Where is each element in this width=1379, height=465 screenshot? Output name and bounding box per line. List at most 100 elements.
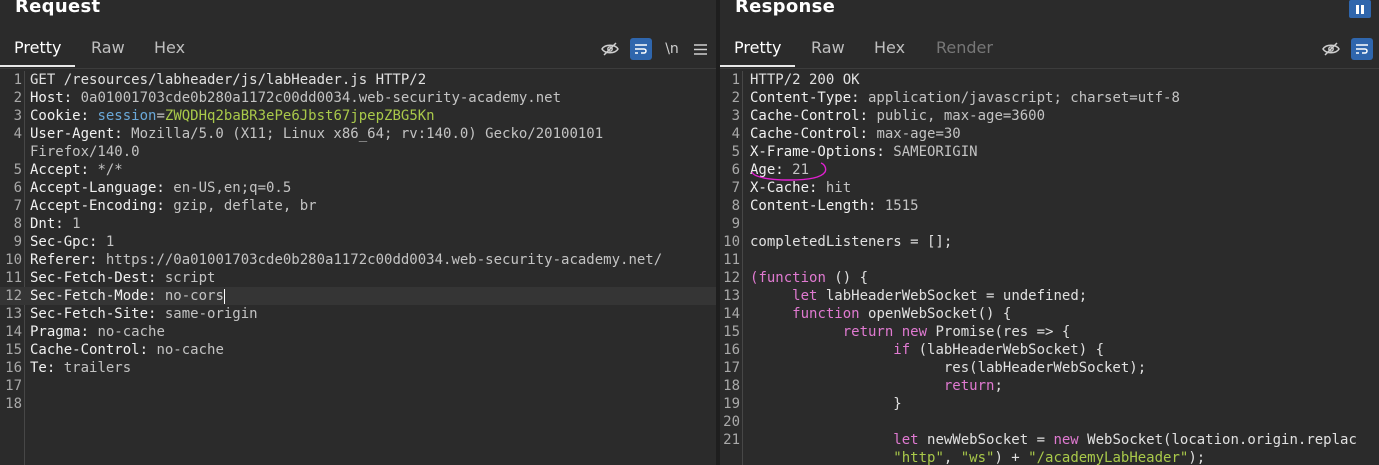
code-token: gzip, deflate, br [164, 198, 317, 214]
code-line[interactable]: 6 Age: 21 [720, 161, 1379, 179]
code-line[interactable]: 12 Sec-Fetch-Mode: no-cors [0, 287, 716, 305]
line-text: Referer: https://0a01001703cde0b280a1172… [30, 251, 662, 269]
line-text: completedListeners = []; [750, 233, 952, 251]
code-line[interactable]: 10 completedListeners = []; [720, 233, 1379, 251]
code-line[interactable]: 4 User-Agent: Mozilla/5.0 (X11; Linux x86… [0, 125, 716, 143]
code-token: max-age=30 [868, 126, 961, 142]
code-token: */* [89, 162, 123, 178]
code-token: Content-Type: [750, 90, 860, 106]
code-line[interactable]: 11 [720, 251, 1379, 269]
code-token: new [1053, 432, 1079, 448]
code-line[interactable]: 16 if (labHeaderWebSocket) { [720, 341, 1379, 359]
code-token: function [792, 306, 860, 322]
code-token: Dnt: [30, 216, 64, 232]
code-line[interactable]: 18 return; [720, 377, 1379, 395]
hide-nonprintable-eye-icon[interactable] [599, 38, 621, 60]
code-line[interactable]: Firefox/140.0 [0, 143, 716, 161]
code-line[interactable]: 17 [0, 377, 716, 395]
line-text: Sec-Fetch-Mode: no-cors [30, 287, 225, 305]
code-token: Promise(res => { [927, 324, 1071, 340]
code-line[interactable]: 11 Sec-Fetch-Dest: script [0, 269, 716, 287]
line-text: return new Promise(res => { [750, 323, 1071, 341]
code-token: https://0a01001703cde0b280a1172c00dd0034… [97, 252, 663, 268]
code-line[interactable]: 14 Pragma: no-cache [0, 323, 716, 341]
line-text: Pragma: no-cache [30, 323, 165, 341]
show-newlines-button[interactable]: \n [661, 38, 683, 60]
code-line[interactable]: 9 Sec-Gpc: 1 [0, 233, 716, 251]
code-line[interactable]: 3 Cache-Control: public, max-age=3600 [720, 107, 1379, 125]
request-tab-pretty[interactable]: Pretty [0, 38, 76, 67]
code-line[interactable]: 12 (function () { [720, 269, 1379, 287]
response-tab-hex[interactable]: Hex [860, 38, 919, 65]
code-token: Cache-Control: [750, 126, 869, 142]
code-line[interactable]: 5 X-Frame-Options: SAMEORIGIN [720, 143, 1379, 161]
line-number: 1 [13, 72, 22, 88]
line-number: 20 [723, 414, 740, 430]
request-title: Request [15, 0, 101, 17]
code-token: return [943, 378, 995, 394]
code-line[interactable]: 1 HTTP/2 200 OK [720, 71, 1379, 89]
code-line[interactable]: 8 Content-Length: 1515 [720, 197, 1379, 215]
line-text: "http", "ws") + "/academyLabHeader"); [750, 449, 1205, 465]
line-number: 4 [13, 126, 22, 142]
line-text: Cookie: session=ZWQDHq2baBR3ePe6Jbst67jp… [30, 107, 435, 125]
request-tab-raw[interactable]: Raw [77, 38, 139, 65]
code-line[interactable]: 6 Accept-Language: en-US,en;q=0.5 [0, 179, 716, 197]
code-line[interactable]: 15 return new Promise(res => { [720, 323, 1379, 341]
code-token: labHeaderWebSocket = undefined; [817, 288, 1088, 304]
code-line[interactable]: 3 Cookie: session=ZWQDHq2baBR3ePe6Jbst67j… [0, 107, 716, 125]
line-number: 18 [5, 396, 22, 412]
code-token: "ws" [960, 450, 995, 465]
code-line[interactable]: 14 function openWebSocket() { [720, 305, 1379, 323]
code-line[interactable]: 9 [720, 215, 1379, 233]
code-line[interactable]: 13 Sec-Fetch-Site: same-origin [0, 305, 716, 323]
response-tab-raw[interactable]: Raw [797, 38, 859, 65]
code-line[interactable]: "http", "ws") + "/academyLabHeader"); [720, 449, 1379, 465]
code-line[interactable]: 10 Referer: https://0a01001703cde0b280a11… [0, 251, 716, 269]
code-token: let [792, 288, 818, 304]
code-line[interactable]: 1 GET /resources/labheader/js/labHeader.j… [0, 71, 716, 89]
line-number: 5 [13, 162, 22, 178]
code-line[interactable]: 18 [0, 395, 716, 413]
code-token: Content-Length: [750, 198, 877, 214]
line-number: 4 [731, 126, 740, 142]
request-editor[interactable]: 1 GET /resources/labheader/js/labHeader.j… [0, 71, 716, 465]
code-line[interactable]: 21 let newWebSocket = new WebSocket(loca… [720, 431, 1379, 449]
code-line[interactable]: 7 Accept-Encoding: gzip, deflate, br [0, 197, 716, 215]
hide-nonprintable-eye-icon[interactable] [1320, 38, 1342, 60]
code-line[interactable]: 17 res(labHeaderWebSocket); [720, 359, 1379, 377]
code-line[interactable]: 7 X-Cache: hit [720, 179, 1379, 197]
line-text: Age: 21 [750, 161, 809, 179]
response-editor[interactable]: 1 HTTP/2 200 OK 2 Content-Type: application… [720, 71, 1379, 465]
code-line[interactable]: 5 Accept: */* [0, 161, 716, 179]
wrap-lines-icon[interactable] [630, 38, 652, 60]
code-token: = [156, 108, 165, 124]
response-tab-render[interactable]: Render [922, 38, 1007, 65]
code-line[interactable]: 19 } [720, 395, 1379, 413]
pause-icon[interactable] [1349, 0, 1371, 18]
code-token: Sec-Fetch-Site: [30, 306, 157, 322]
request-tab-hex[interactable]: Hex [140, 38, 199, 65]
code-line[interactable]: 8 Dnt: 1 [0, 215, 716, 233]
code-line[interactable]: 2 Host: 0a01001703cde0b280a1172c00dd0034.… [0, 89, 716, 107]
code-line[interactable]: 15 Cache-Control: no-cache [0, 341, 716, 359]
menu-icon[interactable] [689, 38, 711, 60]
code-token: openWebSocket() { [859, 306, 1012, 322]
code-line[interactable]: 20 [720, 413, 1379, 431]
code-token: Accept-Encoding: [30, 198, 165, 214]
line-number: 14 [5, 324, 22, 340]
line-text: Firefox/140.0 [30, 143, 140, 161]
line-text: Host: 0a01001703cde0b280a1172c00dd0034.w… [30, 89, 561, 107]
code-line[interactable]: 16 Te: trailers [0, 359, 716, 377]
line-text: let newWebSocket = new WebSocket(locatio… [750, 431, 1357, 449]
code-line[interactable]: 13 let labHeaderWebSocket = undefined; [720, 287, 1379, 305]
code-token: en-US,en;q=0.5 [164, 180, 292, 196]
response-tab-pretty[interactable]: Pretty [720, 38, 796, 67]
code-token: 21 [783, 162, 810, 178]
code-line[interactable]: 4 Cache-Control: max-age=30 [720, 125, 1379, 143]
code-line[interactable]: 2 Content-Type: application/javascript; c… [720, 89, 1379, 107]
wrap-lines-icon[interactable] [1351, 38, 1373, 60]
text-cursor [223, 288, 225, 304]
